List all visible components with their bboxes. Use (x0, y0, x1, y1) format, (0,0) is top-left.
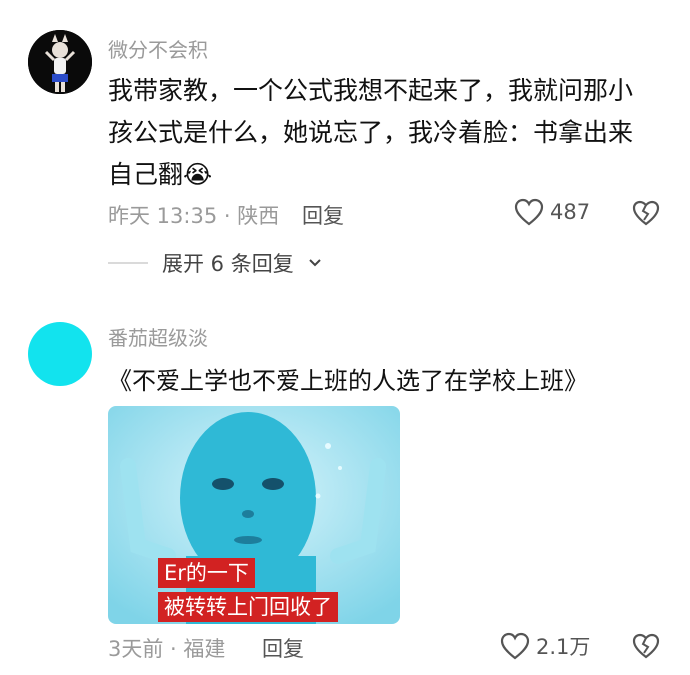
crying-laughing-emoji: 😭 (183, 160, 213, 189)
meme-caption-2: 被转转上门回收了 (158, 592, 338, 622)
comment-text: 《不爱上学也不爱上班的人选了在学校上班》 (108, 367, 588, 395)
expand-divider (108, 262, 148, 264)
comment-time-location: 昨天 13:35 · 陕西 (108, 204, 280, 228)
comment-time-location: 3天前 · 福建 (108, 637, 226, 661)
comment-text: 我带家教，一个公式我想不起来了，我就问那小孩公式是什么，她说忘了，我冷着脸：书拿… (108, 70, 654, 196)
comment-username[interactable]: 番茄超级淡 (108, 322, 208, 351)
comment-meme-image[interactable]: Er的一下 被转转上门回收了 (108, 406, 400, 624)
meme-caption-1: Er的一下 (158, 558, 255, 588)
reply-button[interactable]: 回复 (302, 200, 344, 230)
like-button[interactable]: 487 (514, 198, 590, 226)
broken-heart-icon (632, 633, 660, 659)
user-avatar[interactable] (28, 322, 92, 386)
expand-replies-label: 展开 6 条回复 (162, 252, 294, 276)
reply-button[interactable]: 回复 (262, 633, 304, 663)
like-count: 2.1万 (536, 635, 591, 659)
heart-outline-icon (514, 198, 544, 226)
heart-outline-icon (500, 632, 530, 660)
like-count: 487 (550, 200, 591, 224)
dislike-button[interactable] (632, 633, 660, 663)
dislike-button[interactable] (632, 200, 660, 230)
like-button[interactable]: 2.1万 (500, 631, 590, 661)
user-avatar[interactable] (28, 30, 92, 94)
expand-replies-button[interactable]: 展开 6 条回复 (108, 248, 322, 278)
avatar-figure (28, 30, 92, 94)
comment-username[interactable]: 微分不会积 (108, 34, 208, 63)
chevron-down-icon (309, 259, 321, 267)
broken-heart-icon (632, 200, 660, 226)
